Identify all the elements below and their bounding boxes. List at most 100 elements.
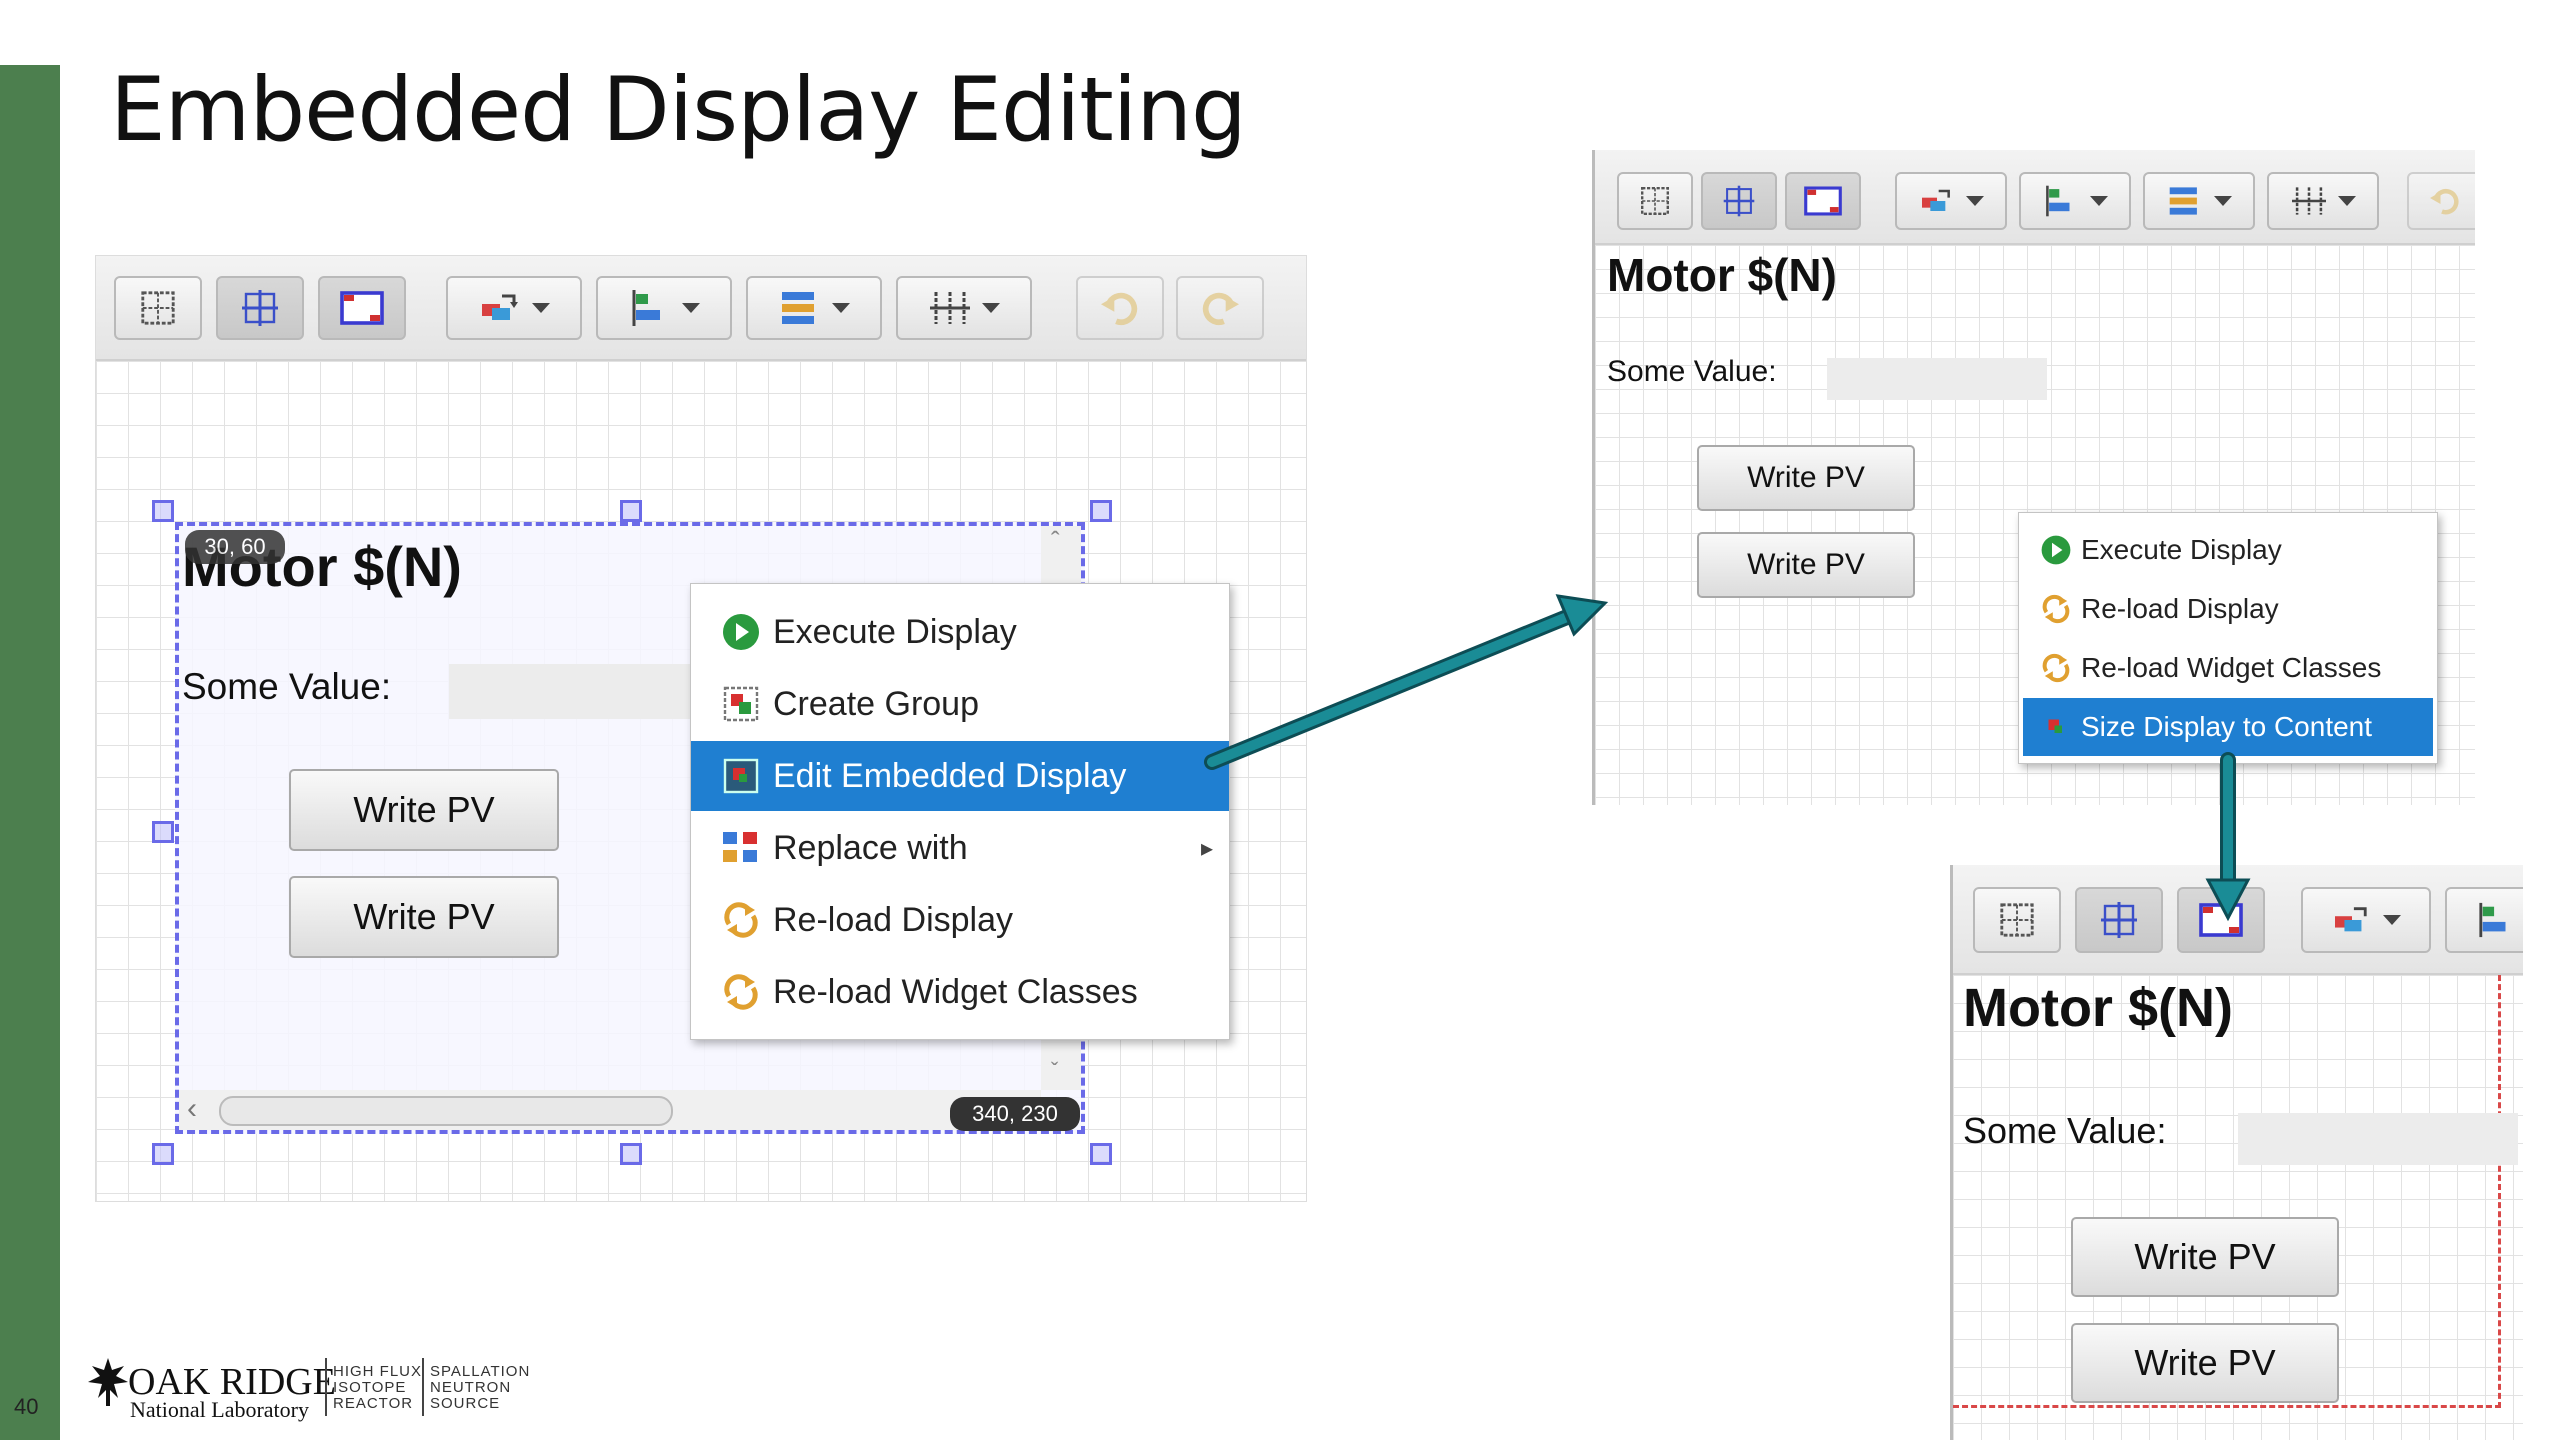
size-dropdown[interactable] (2267, 172, 2379, 230)
snap-icon (2101, 902, 2137, 938)
bottom-right-toolbar (1953, 865, 2523, 975)
align-dropdown[interactable] (596, 276, 732, 340)
order-dropdown[interactable] (2301, 887, 2431, 953)
selection-handle[interactable] (152, 821, 174, 843)
align-icon (632, 290, 660, 326)
chevron-left-icon: ‹ (187, 1092, 197, 1125)
menu-item-execute-display[interactable]: Execute Display (2019, 521, 2437, 579)
some-value-field (1827, 358, 2047, 400)
chevron-down-icon (1966, 196, 1984, 206)
distribute-icon (782, 292, 814, 324)
logo-hfir: HIGH FLUX ISOTOPE REACTOR (333, 1363, 423, 1412)
size-to-content-icon (2031, 712, 2081, 742)
menu-item-label: Re-load Display (773, 900, 1013, 939)
menu-item-label: Size Display to Content (2081, 711, 2373, 742)
chevron-down-icon: ˇ (1051, 1058, 1059, 1083)
display-title: Motor $(N) (1607, 249, 1837, 301)
edit-embedded-icon (709, 756, 773, 796)
grid-button[interactable] (114, 276, 202, 340)
undo-button[interactable] (2407, 172, 2475, 230)
reload-icon (2031, 593, 2081, 625)
snap-icon (1723, 185, 1755, 217)
write-pv-button[interactable]: Write PV (289, 769, 559, 851)
coordinates-button[interactable] (318, 276, 406, 340)
ornl-logo-icon (88, 1358, 128, 1406)
selection-handle[interactable] (1090, 500, 1112, 522)
chevron-down-icon (982, 303, 1000, 313)
selection-handle[interactable] (620, 1143, 642, 1165)
grid-button[interactable] (1617, 172, 1693, 230)
write-pv-button[interactable]: Write PV (2071, 1323, 2339, 1403)
write-pv-button[interactable]: Write PV (1697, 445, 1915, 511)
menu-item-create-group[interactable]: Create Group (691, 669, 1229, 739)
some-value-field (449, 664, 709, 719)
coordinate-badge-top-left: 30, 60 (185, 530, 285, 564)
logo-divider (422, 1358, 424, 1416)
snap-button[interactable] (1701, 172, 1777, 230)
menu-item-replace-with[interactable]: Replace with ▸ (691, 813, 1229, 883)
reload-icon (709, 900, 773, 940)
replace-icon (709, 828, 773, 868)
chevron-down-icon (2090, 196, 2108, 206)
snap-button[interactable] (2075, 887, 2163, 953)
menu-item-edit-embedded-display[interactable]: Edit Embedded Display (691, 741, 1229, 811)
coordinates-icon (340, 291, 384, 325)
menu-item-label: Edit Embedded Display (773, 756, 1127, 795)
display-title: Motor $(N) (1963, 978, 2233, 1038)
size-icon (930, 292, 970, 324)
align-dropdown[interactable] (2445, 887, 2523, 953)
snap-button[interactable] (216, 276, 304, 340)
selection-handle[interactable] (1090, 1143, 1112, 1165)
top-right-toolbar (1595, 150, 2475, 245)
menu-item-label: Re-load Widget Classes (773, 972, 1138, 1011)
menu-item-execute-display[interactable]: Execute Display (691, 597, 1229, 667)
grid-icon (141, 291, 175, 325)
coordinates-button[interactable] (2177, 887, 2265, 953)
undo-button[interactable] (1076, 276, 1164, 340)
horizontal-scrollbar[interactable]: ‹ (179, 1090, 1041, 1130)
distribute-dropdown[interactable] (746, 276, 882, 340)
selection-handle[interactable] (152, 500, 174, 522)
write-pv-button[interactable]: Write PV (2071, 1217, 2339, 1297)
scrollbar-thumb[interactable] (219, 1096, 673, 1126)
menu-item-label: Execute Display (773, 612, 1017, 651)
selection-handle[interactable] (152, 1143, 174, 1165)
order-dropdown[interactable] (446, 276, 582, 340)
menu-item-reload-display[interactable]: Re-load Display (2019, 580, 2437, 638)
menu-item-reload-widget-classes[interactable]: Re-load Widget Classes (2019, 639, 2437, 697)
submenu-arrow-icon: ▸ (1200, 834, 1213, 862)
grid-button[interactable] (1973, 887, 2061, 953)
menu-item-label: Re-load Display (2081, 593, 2279, 624)
distribute-dropdown[interactable] (2143, 172, 2255, 230)
align-icon (2479, 902, 2506, 938)
reload-classes-icon (2031, 652, 2081, 684)
some-value-label: Some Value: (1607, 355, 1777, 388)
group-icon (709, 684, 773, 724)
size-dropdown[interactable] (896, 276, 1032, 340)
chevron-down-icon (2214, 196, 2232, 206)
coordinate-badge-bottom-right: 340, 230 (950, 1097, 1080, 1131)
write-pv-button[interactable]: Write PV (289, 876, 559, 958)
align-dropdown[interactable] (2019, 172, 2131, 230)
slide-number: 40 (14, 1394, 39, 1419)
chevron-down-icon (2338, 196, 2356, 206)
undo-icon (1101, 292, 1138, 326)
redo-button[interactable] (1176, 276, 1264, 340)
chevron-down-icon (832, 303, 850, 313)
menu-item-reload-widget-classes[interactable]: Re-load Widget Classes (691, 957, 1229, 1027)
grid-icon (2000, 903, 2034, 937)
left-toolbar (96, 256, 1306, 361)
menu-item-size-display-to-content[interactable]: Size Display to Content (2023, 698, 2433, 756)
chevron-down-icon (532, 303, 550, 313)
write-pv-button[interactable]: Write PV (1697, 532, 1915, 598)
coordinates-button[interactable] (1785, 172, 1861, 230)
order-icon (482, 294, 518, 320)
redo-icon (1202, 292, 1239, 326)
selection-handle[interactable] (620, 500, 642, 522)
some-value-field (2238, 1113, 2518, 1165)
coordinates-icon (1804, 186, 1842, 216)
order-dropdown[interactable] (1895, 172, 2007, 230)
menu-item-label: Execute Display (2081, 534, 2282, 565)
logo-sns: SPALLATION NEUTRON SOURCE (430, 1363, 531, 1412)
menu-item-reload-display[interactable]: Re-load Display (691, 885, 1229, 955)
